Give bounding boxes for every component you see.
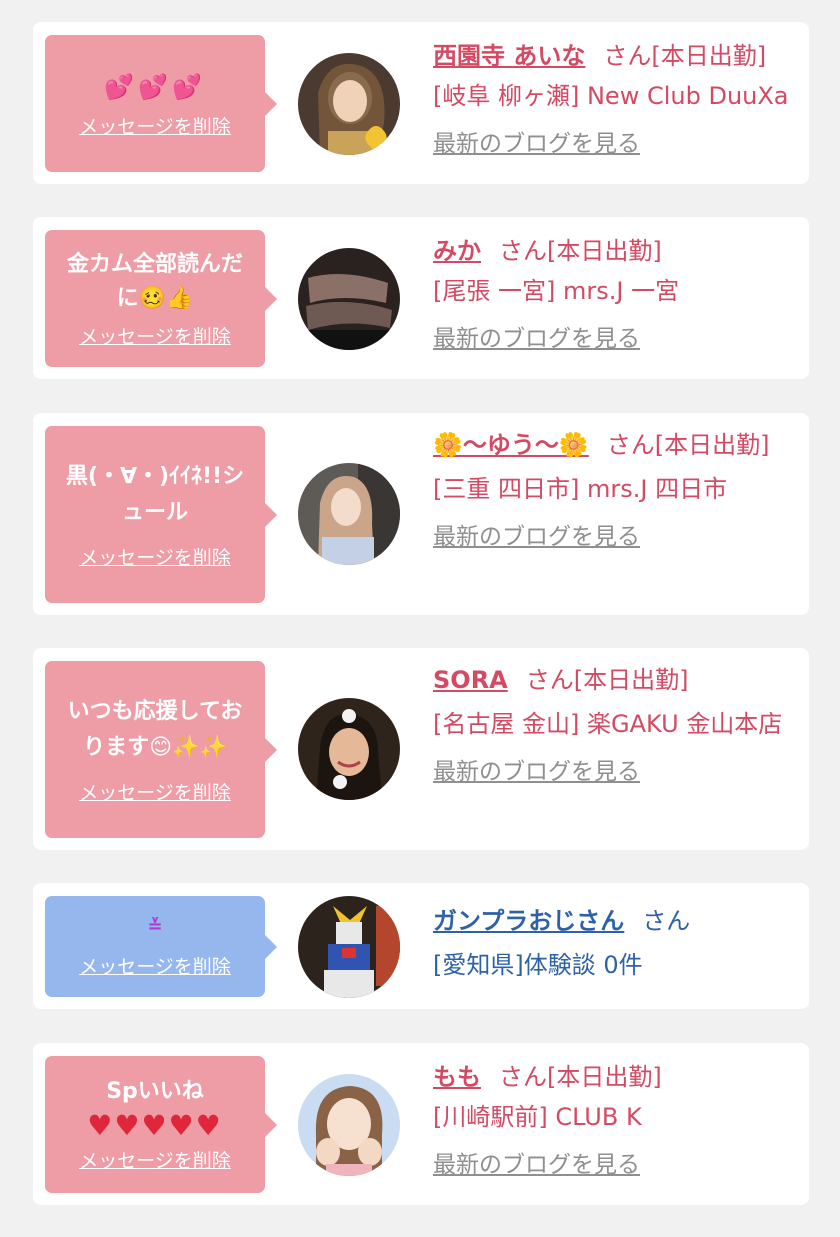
message-text: いつも応援しております😊✨✨ xyxy=(67,699,243,760)
message-bubble: ≚ メッセージを削除 xyxy=(45,896,277,997)
latest-blog-link[interactable]: 最新のブログを見る xyxy=(433,757,803,787)
legs-avatar-icon[interactable] xyxy=(298,248,400,350)
store-text: [岐阜 柳ヶ瀬] New Club DuuXa xyxy=(433,82,789,110)
favorite-card: ≚ メッセージを削除 ガンプラおじさん さん [愛知県]体験談 0件 xyxy=(33,883,809,1009)
delete-message-link[interactable]: メッセージを削除 xyxy=(79,543,231,570)
girl-info: もも さん[本日出勤] [川崎駅前] CLUB K 最新のブログを見る xyxy=(433,1057,803,1180)
bunny-filter-avatar-icon[interactable] xyxy=(298,698,400,800)
latest-blog-link[interactable]: 最新のブログを見る xyxy=(433,522,803,552)
favorite-card: 💕💕💕 メッセージを削除 西園寺 あいな さん[本日出勤] [岐阜 柳ヶ瀬] Ne… xyxy=(33,22,809,184)
girl-info: 🌼〜ゆう〜🌼 さん[本日出勤] [三重 四日市] mrs.J 四日市 最新のブログ… xyxy=(433,425,803,552)
message-bubble: 💕💕💕 メッセージを削除 xyxy=(45,35,277,172)
girl-name-link[interactable]: SORA xyxy=(433,666,508,694)
message-bubble: 黒(・∀・)ｲｲﾈ!!シュール メッセージを削除 xyxy=(45,426,277,603)
girl-status: さん[本日出勤] xyxy=(525,666,689,694)
girl-status: さん[本日出勤] xyxy=(499,237,662,265)
favorite-card: いつも応援しております😊✨✨ メッセージを削除 SORA さん[本日出勤] [名古… xyxy=(33,648,809,850)
gundam-avatar-icon[interactable] xyxy=(298,896,400,998)
girl-status: さん[本日出勤] xyxy=(606,431,770,459)
delete-message-link[interactable]: メッセージを削除 xyxy=(79,778,231,805)
review-count-text: [愛知県]体験談 0件 xyxy=(433,951,643,979)
message-text: ≚ xyxy=(147,916,163,937)
message-title: Spいいね xyxy=(106,1079,204,1104)
message-text: 金カム全部読んだに🥴👍 xyxy=(66,252,243,311)
woman-hands-avatar-icon[interactable] xyxy=(298,1074,400,1176)
message-bubble: Spいいね ♥♥♥♥♥ メッセージを削除 xyxy=(45,1056,277,1193)
woman-car-avatar-icon[interactable] xyxy=(298,463,400,565)
store-text: [三重 四日市] mrs.J 四日市 xyxy=(433,475,728,503)
latest-blog-link[interactable]: 最新のブログを見る xyxy=(433,324,803,354)
message-bubble: 金カム全部読んだに🥴👍 メッセージを削除 xyxy=(45,230,277,367)
latest-blog-link[interactable]: 最新のブログを見る xyxy=(433,1150,803,1180)
store-text: [川崎駅前] CLUB K xyxy=(433,1103,642,1131)
woman-avatar-icon[interactable] xyxy=(298,53,400,155)
delete-message-link[interactable]: メッセージを削除 xyxy=(79,1146,231,1173)
message-bubble: いつも応援しております😊✨✨ メッセージを削除 xyxy=(45,661,277,838)
girl-status: さん[本日出勤] xyxy=(603,42,767,70)
store-text: [尾張 一宮] mrs.J 一宮 xyxy=(433,277,680,305)
delete-message-link[interactable]: メッセージを削除 xyxy=(79,322,231,349)
girl-info: 西園寺 あいな さん[本日出勤] [岐阜 柳ヶ瀬] New Club DuuXa … xyxy=(433,36,803,159)
girl-info: みか さん[本日出勤] [尾張 一宮] mrs.J 一宮 最新のブログを見る xyxy=(433,231,803,354)
favorite-card: Spいいね ♥♥♥♥♥ メッセージを削除 もも さん[本日出勤] [川崎駅前] C… xyxy=(33,1043,809,1205)
store-text: [名古屋 金山] 楽GAKU 金山本店 xyxy=(433,710,783,738)
girl-name-link[interactable]: みか xyxy=(433,237,481,265)
latest-blog-link[interactable]: 最新のブログを見る xyxy=(433,129,803,159)
message-text: 💕💕💕 xyxy=(104,73,206,101)
customer-info: ガンプラおじさん さん [愛知県]体験談 0件 xyxy=(433,901,803,985)
favorite-card: 金カム全部読んだに🥴👍 メッセージを削除 みか さん[本日出勤] [尾張 一宮] … xyxy=(33,217,809,379)
message-text: 黒(・∀・)ｲｲﾈ!!シュール xyxy=(65,464,245,525)
girl-name-link[interactable]: もも xyxy=(433,1063,481,1091)
favorite-card: 黒(・∀・)ｲｲﾈ!!シュール メッセージを削除 🌼〜ゆう〜🌼 さん[本日出勤] … xyxy=(33,413,809,615)
delete-message-link[interactable]: メッセージを削除 xyxy=(79,952,231,979)
customer-status: さん xyxy=(642,907,691,935)
girl-name-link[interactable]: 🌼〜ゆう〜🌼 xyxy=(433,431,589,459)
message-text: ♥♥♥♥♥ xyxy=(87,1109,223,1142)
girl-status: さん[本日出勤] xyxy=(499,1063,662,1091)
delete-message-link[interactable]: メッセージを削除 xyxy=(79,112,231,139)
girl-name-link[interactable]: 西園寺 あいな xyxy=(433,42,585,70)
customer-name-link[interactable]: ガンプラおじさん xyxy=(433,907,624,935)
girl-info: SORA さん[本日出勤] [名古屋 金山] 楽GAKU 金山本店 最新のブログを… xyxy=(433,660,803,787)
